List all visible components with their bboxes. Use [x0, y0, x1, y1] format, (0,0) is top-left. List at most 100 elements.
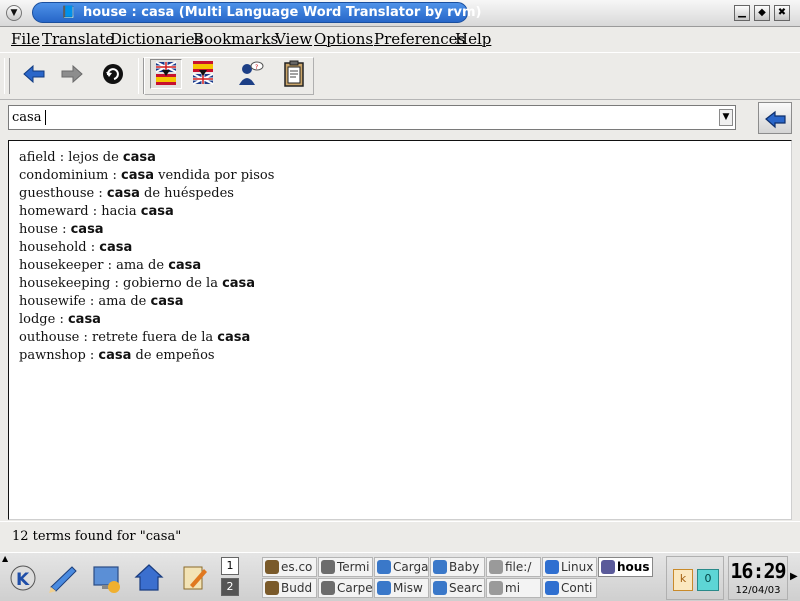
- taskbar: K 1 2 es.co Termi Carga Baby file:/ Linux hous…: [0, 552, 800, 601]
- launcher-editor2[interactable]: [176, 559, 210, 595]
- toolbar-grip[interactable]: [4, 58, 10, 94]
- kde-gear-icon: K: [10, 565, 36, 591]
- menu-file[interactable]: File: [11, 30, 40, 48]
- taskbar-task-label: Baby: [449, 560, 480, 574]
- menu-preferences[interactable]: Preferences: [374, 30, 465, 48]
- result-match: casa: [222, 276, 256, 291]
- book-icon: 📘: [61, 5, 76, 19]
- klipper-icon[interactable]: k: [673, 569, 693, 591]
- result-line[interactable]: afield : lejos de casa: [19, 150, 156, 165]
- taskbar-task[interactable]: hous: [598, 557, 653, 577]
- result-line[interactable]: outhouse : retrete fuera de la casa: [19, 330, 250, 345]
- result-line[interactable]: household : casa: [19, 240, 132, 255]
- taskbar-task[interactable]: mi: [486, 578, 541, 598]
- app-icon: [489, 560, 503, 574]
- result-match: casa: [98, 348, 132, 363]
- home-icon: [134, 564, 164, 591]
- menu-dictionaries[interactable]: Dictionaries: [110, 30, 202, 48]
- taskbar-task[interactable]: Searc: [430, 578, 485, 598]
- taskbar-task[interactable]: file:/: [486, 557, 541, 577]
- result-line[interactable]: house : casa: [19, 222, 104, 237]
- maximize-button[interactable]: ◆: [754, 5, 770, 21]
- taskbar-task[interactable]: Termi: [318, 557, 373, 577]
- panel-hide-icon[interactable]: ▲: [2, 554, 8, 563]
- launcher-home[interactable]: [132, 559, 166, 595]
- app-icon: [489, 581, 503, 595]
- taskbar-task[interactable]: Budd: [262, 578, 317, 598]
- taskbar-task[interactable]: Baby: [430, 557, 485, 577]
- result-match: casa: [70, 222, 104, 237]
- translate-go-button[interactable]: [758, 102, 792, 134]
- title-pill[interactable]: 📘 house : casa (Multi Language Word Tran…: [32, 2, 482, 23]
- search-input[interactable]: casa: [12, 110, 41, 125]
- taskbar-task-label: Misw: [393, 581, 423, 595]
- app-icon: [321, 581, 335, 595]
- desktop-2-button[interactable]: 2: [221, 578, 239, 596]
- close-button[interactable]: ✖: [774, 5, 790, 21]
- taskbar-task[interactable]: Carga: [374, 557, 429, 577]
- forward-button[interactable]: [56, 59, 88, 89]
- clipboard-button[interactable]: [278, 59, 310, 89]
- menu-bar: File Translate Dictionaries Bookmarks Vi…: [0, 27, 800, 51]
- taskbar-task-label: mi: [505, 581, 521, 595]
- taskbar-task[interactable]: es.co: [262, 557, 317, 577]
- taskbar-task-label: Linux: [561, 560, 594, 574]
- tray-badge[interactable]: 0: [697, 569, 719, 591]
- menu-view[interactable]: View: [275, 30, 312, 48]
- result-suffix: vendida por pisos: [154, 168, 275, 183]
- taskbar-task-label: file:/: [505, 560, 532, 574]
- result-line[interactable]: pawnshop : casa de empeños: [19, 348, 215, 363]
- menu-options[interactable]: Options: [314, 30, 373, 48]
- english-to-spanish-button[interactable]: [150, 59, 182, 89]
- taskbar-task[interactable]: Conti: [542, 578, 597, 598]
- result-line[interactable]: condominium : casa vendida por pisos: [19, 168, 274, 183]
- kde-menu-button[interactable]: K: [6, 559, 40, 595]
- dropdown-button[interactable]: ▼: [719, 109, 733, 126]
- app-icon: [377, 560, 391, 574]
- menu-help[interactable]: Help: [455, 30, 491, 48]
- app-icon: [433, 560, 447, 574]
- result-term: housewife : ama de: [19, 294, 151, 309]
- result-term: pawnshop :: [19, 348, 99, 363]
- search-combobox[interactable]: casa ▼: [8, 105, 736, 130]
- scroll-right-icon[interactable]: ▶: [790, 571, 798, 582]
- title-bar: ▼ 📘 house : casa (Multi Language Word Tr…: [0, 0, 800, 27]
- window-menu-button[interactable]: ▼: [6, 5, 22, 21]
- forward-icon: [61, 64, 83, 84]
- taskbar-task[interactable]: Carpe: [318, 578, 373, 598]
- launcher-display[interactable]: [90, 559, 124, 595]
- status-bar: 12 terms found for "casa": [0, 521, 800, 552]
- result-term: guesthouse :: [19, 186, 107, 201]
- reload-icon: [103, 64, 123, 84]
- result-match: casa: [99, 240, 133, 255]
- desktop-1-button[interactable]: 1: [221, 557, 239, 575]
- result-line[interactable]: guesthouse : casa de huéspedes: [19, 186, 234, 201]
- chevron-down-icon: ▼: [722, 112, 730, 122]
- result-line[interactable]: housekeeping : gobierno de la casa: [19, 276, 255, 291]
- svg-text:?: ?: [255, 64, 258, 71]
- menu-bookmarks[interactable]: Bookmarks: [193, 30, 278, 48]
- spanish-to-english-button[interactable]: [188, 59, 220, 89]
- taskbar-task[interactable]: Linux: [542, 557, 597, 577]
- system-tray: k 0: [666, 556, 724, 600]
- minimize-button[interactable]: ▁: [734, 5, 750, 21]
- result-term: afield : lejos de: [19, 150, 123, 165]
- launcher-editor[interactable]: [46, 559, 80, 595]
- clock[interactable]: 16:29 12/04/03: [728, 556, 788, 600]
- result-match: casa: [140, 204, 174, 219]
- result-match: casa: [168, 258, 202, 273]
- back-button[interactable]: [18, 59, 50, 89]
- result-line[interactable]: homeward : hacia casa: [19, 204, 174, 219]
- result-line[interactable]: lodge : casa: [19, 312, 101, 327]
- results-panel[interactable]: afield : lejos de casa condominium : casa…: [8, 140, 792, 520]
- menu-translate[interactable]: Translate: [42, 30, 114, 48]
- taskbar-task[interactable]: Misw: [374, 578, 429, 598]
- reload-button[interactable]: [97, 59, 129, 89]
- toolbar: ?: [0, 52, 800, 100]
- result-line[interactable]: housekeeper : ama de casa: [19, 258, 201, 273]
- window-title: house : casa (Multi Language Word Transl…: [83, 5, 482, 20]
- result-line[interactable]: housewife : ama de casa: [19, 294, 183, 309]
- result-term: housekeeper : ama de: [19, 258, 169, 273]
- app-icon: [321, 560, 335, 574]
- speak-button[interactable]: ?: [234, 59, 266, 89]
